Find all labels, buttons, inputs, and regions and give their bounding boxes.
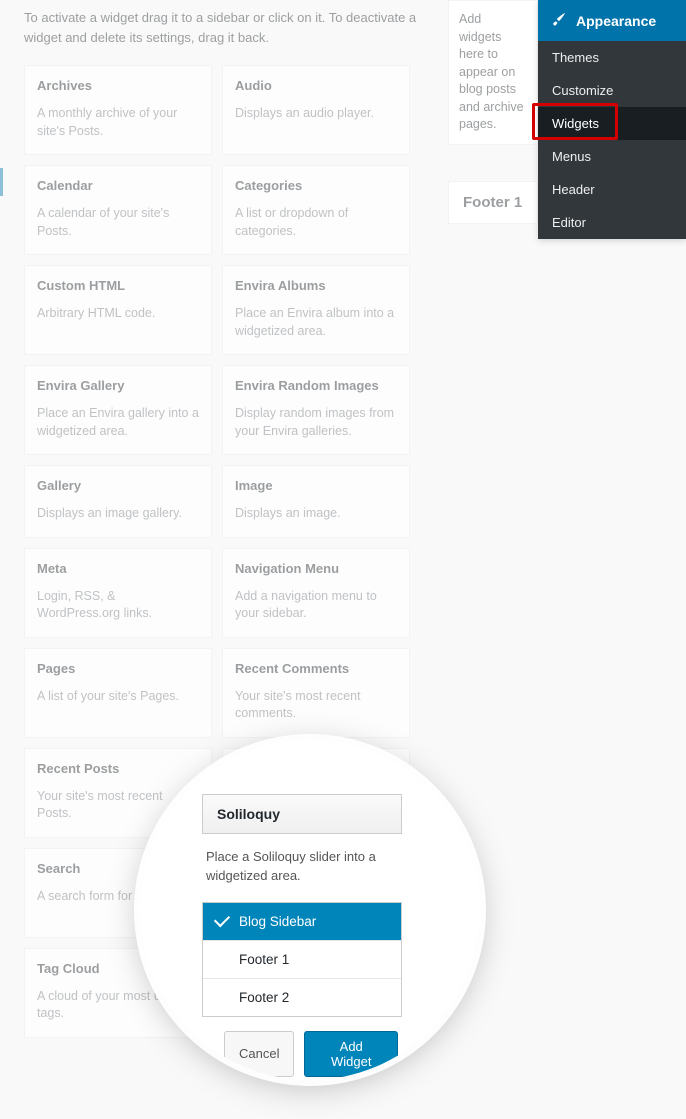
popup-actions: Cancel Add Widget [202, 1017, 402, 1077]
widget-description: A list or dropdown of categories. [223, 205, 409, 254]
widget-title: Categories [223, 166, 409, 205]
widget-description: Display random images from your Envira g… [223, 405, 409, 454]
widget-add-popup: Soliloquy Place a Soliloquy slider into … [202, 794, 402, 1077]
widget-description: Place an Envira gallery into a widgetize… [25, 405, 211, 454]
appearance-flyout-header[interactable]: Appearance [538, 0, 686, 41]
widget-title: Recent Comments [223, 649, 409, 688]
widget-description: Arbitrary HTML code. [25, 305, 211, 337]
flyout-item-widgets[interactable]: Widgets [538, 107, 686, 140]
widget-title: Envira Albums [223, 266, 409, 305]
flyout-item-editor[interactable]: Editor [538, 206, 686, 239]
widget-card[interactable]: Envira AlbumsPlace an Envira album into … [222, 265, 410, 355]
widget-title: Envira Random Images [223, 366, 409, 405]
widget-title: Audio [223, 66, 409, 105]
footer-1-area-title[interactable]: Footer 1 [448, 181, 538, 224]
widget-card[interactable]: PagesA list of your site's Pages. [24, 648, 212, 738]
popup-description: Place a Soliloquy slider into a widgetiz… [202, 834, 402, 902]
widget-area-options: Blog SidebarFooter 1Footer 2 [202, 902, 402, 1017]
widget-card[interactable]: AudioDisplays an audio player. [222, 65, 410, 155]
popup-title[interactable]: Soliloquy [202, 794, 402, 834]
widget-description: A list of your site's Pages. [25, 688, 211, 720]
flyout-item-menus[interactable]: Menus [538, 140, 686, 173]
widget-description: Your site's most recent comments. [223, 688, 409, 737]
widget-title: Gallery [25, 466, 211, 505]
widget-card[interactable]: MetaLogin, RSS, & WordPress.org links. [24, 548, 212, 638]
admin-menu-active-sliver [0, 168, 3, 196]
widget-card[interactable]: Navigation MenuAdd a navigation menu to … [222, 548, 410, 638]
widget-description: Displays an image gallery. [25, 505, 211, 537]
widget-card[interactable]: CalendarA calendar of your site's Posts. [24, 165, 212, 255]
appearance-flyout-title: Appearance [576, 13, 656, 29]
widget-area-option[interactable]: Footer 2 [203, 978, 401, 1016]
widget-card[interactable]: Envira Random ImagesDisplay random image… [222, 365, 410, 455]
widget-area-option[interactable]: Footer 1 [203, 940, 401, 978]
widget-area-option[interactable]: Blog Sidebar [203, 903, 401, 940]
flyout-item-header[interactable]: Header [538, 173, 686, 206]
widget-areas-column: Add widgets here to appear on blog posts… [448, 0, 538, 224]
widget-card[interactable]: GalleryDisplays an image gallery. [24, 465, 212, 538]
widget-title: Pages [25, 649, 211, 688]
widget-title: Archives [25, 66, 211, 105]
brush-icon [550, 10, 568, 31]
appearance-flyout-menu: Appearance ThemesCustomizeWidgetsMenusHe… [538, 0, 686, 239]
widget-description: Displays an audio player. [223, 105, 409, 137]
widget-description: Add a navigation menu to your sidebar. [223, 588, 409, 637]
widget-card[interactable]: ImageDisplays an image. [222, 465, 410, 538]
widget-title: Calendar [25, 166, 211, 205]
widget-card[interactable]: ArchivesA monthly archive of your site's… [24, 65, 212, 155]
widget-title: Envira Gallery [25, 366, 211, 405]
widget-description: Displays an image. [223, 505, 409, 537]
widget-description: A monthly archive of your site's Posts. [25, 105, 211, 154]
widget-title: Image [223, 466, 409, 505]
widget-card[interactable]: CategoriesA list or dropdown of categori… [222, 165, 410, 255]
widget-card[interactable]: Envira GalleryPlace an Envira gallery in… [24, 365, 212, 455]
widget-description: Place an Envira album into a widgetized … [223, 305, 409, 354]
zoom-spotlight: Soliloquy Place a Soliloquy slider into … [140, 740, 480, 1080]
widget-title: Meta [25, 549, 211, 588]
widgets-intro-text: To activate a widget drag it to a sideba… [24, 8, 419, 47]
widget-card[interactable]: Recent CommentsYour site's most recent c… [222, 648, 410, 738]
widget-title: Custom HTML [25, 266, 211, 305]
widget-card[interactable]: Custom HTMLArbitrary HTML code. [24, 265, 212, 355]
flyout-item-customize[interactable]: Customize [538, 74, 686, 107]
widget-title: Navigation Menu [223, 549, 409, 588]
widget-description: Login, RSS, & WordPress.org links. [25, 588, 211, 637]
flyout-item-themes[interactable]: Themes [538, 41, 686, 74]
widget-description: A calendar of your site's Posts. [25, 205, 211, 254]
cancel-button[interactable]: Cancel [224, 1031, 294, 1077]
blog-sidebar-area-hint: Add widgets here to appear on blog posts… [448, 0, 538, 145]
zoom-circle: Soliloquy Place a Soliloquy slider into … [140, 740, 480, 1080]
add-widget-button[interactable]: Add Widget [304, 1031, 398, 1077]
